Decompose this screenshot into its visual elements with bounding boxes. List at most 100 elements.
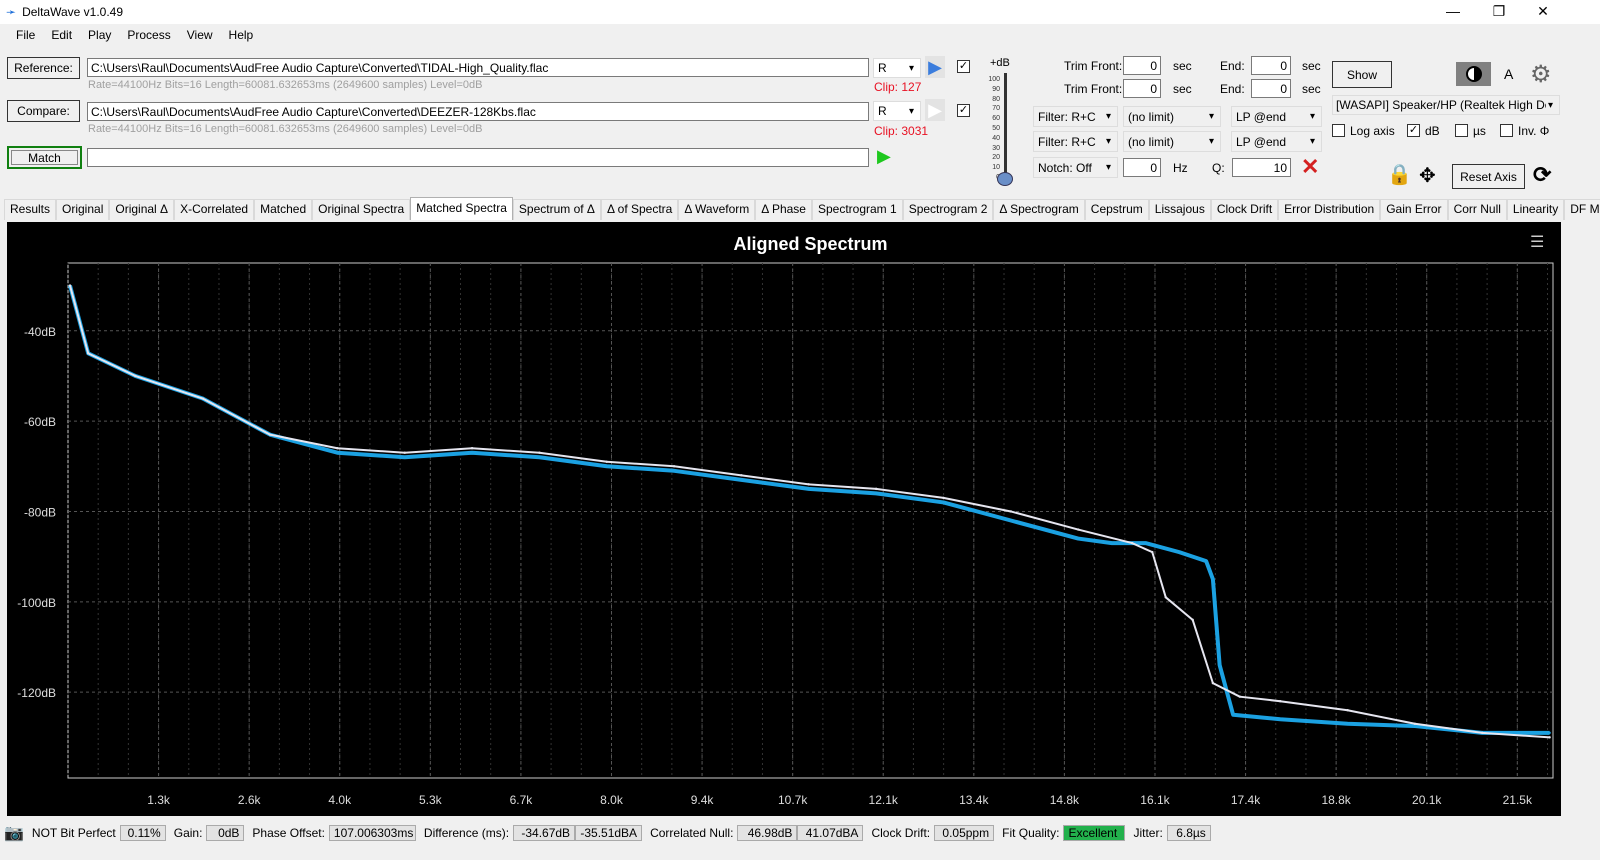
log-axis-checkbox[interactable]	[1332, 124, 1345, 137]
font-button[interactable]: A	[1504, 66, 1513, 82]
us-checkbox[interactable]	[1455, 124, 1468, 137]
tab-15[interactable]: Lissajous	[1148, 199, 1211, 220]
gain-slider-thumb[interactable]	[997, 172, 1013, 186]
tab-3[interactable]: X-Correlated	[174, 199, 255, 220]
spectrum-chart[interactable]: Aligned Spectrum 1.3k 2.6k 4.0k 5.3k 6.7k 8.0k…	[7, 222, 1561, 816]
reference-button[interactable]: Reference:	[7, 57, 80, 79]
gain-slider-track[interactable]	[1004, 73, 1007, 183]
match-button[interactable]: Match	[11, 150, 78, 165]
tab-6[interactable]: Matched Spectra	[410, 197, 513, 220]
audio-device-select[interactable]: [WASAPI] Speaker/HP (Realtek High Defini	[1332, 95, 1560, 115]
filter-select[interactable]: Filter: R+C	[1033, 131, 1118, 152]
minimize-button[interactable]: —	[1430, 0, 1476, 24]
match-button-frame: Match	[7, 146, 82, 169]
us-label: µs	[1473, 124, 1486, 138]
pan-move-icon[interactable]: ✥	[1419, 163, 1436, 188]
series-0-point	[1009, 519, 1013, 522]
trim-end-ref-input[interactable]: 0	[1251, 56, 1291, 75]
compare-button[interactable]: Compare:	[7, 100, 80, 122]
close-button[interactable]: ✕	[1520, 0, 1566, 24]
series-1-point	[1211, 681, 1215, 685]
trim-front-cmp-input[interactable]: 0	[1123, 79, 1161, 98]
tab-19[interactable]: Corr Null	[1447, 199, 1507, 220]
status-bar: 📷 NOT Bit Perfect 0.11% Gain: 0dB Phase Of…	[0, 822, 1600, 844]
menu-help[interactable]: Help	[221, 28, 262, 42]
tab-5[interactable]: Original Spectra	[312, 199, 411, 220]
y-tick-label: -120dB	[17, 686, 56, 700]
notch-select[interactable]: Notch: Off	[1033, 157, 1118, 178]
tab-7[interactable]: Spectrum of Δ	[512, 199, 601, 220]
lp-select[interactable]: LP @end	[1231, 131, 1322, 152]
tab-17[interactable]: Error Distribution	[1278, 199, 1381, 220]
tab-2[interactable]: Original Δ	[109, 199, 175, 220]
q-input[interactable]: 10	[1232, 158, 1291, 177]
tab-4[interactable]: Matched	[254, 199, 313, 220]
tab-9[interactable]: Δ Waveform	[678, 199, 756, 220]
phase-offset-label: Phase Offset:	[252, 826, 325, 840]
tab-21[interactable]: DF Metric	[1564, 199, 1600, 220]
tab-8[interactable]: Δ of Spectra	[600, 199, 679, 220]
filter-select[interactable]: Filter: R+C	[1033, 106, 1118, 127]
tab-18[interactable]: Gain Error	[1380, 199, 1448, 220]
match-input[interactable]	[87, 148, 869, 167]
play-compare-icon[interactable]: ▶	[925, 99, 945, 121]
tab-16[interactable]: Clock Drift	[1210, 199, 1279, 220]
show-button[interactable]: Show	[1332, 61, 1392, 88]
menu-view[interactable]: View	[179, 28, 221, 42]
end-label: End:	[1220, 59, 1245, 73]
compare-checkbox[interactable]: ✓	[957, 104, 970, 117]
lp-select[interactable]: LP @end	[1231, 106, 1322, 127]
menu-process[interactable]: Process	[119, 28, 178, 42]
menu-edit[interactable]: Edit	[43, 28, 80, 42]
chart-settings-icon[interactable]: ☰	[1530, 232, 1544, 252]
clear-filter-icon[interactable]: ✕	[1301, 154, 1319, 180]
play-reference-icon[interactable]: ▶	[925, 56, 945, 78]
series-0-point	[403, 456, 406, 459]
reset-axis-button[interactable]: Reset Axis	[1452, 164, 1525, 189]
tab-12[interactable]: Spectrogram 2	[902, 199, 994, 220]
gain-tick: 60	[992, 115, 1000, 123]
x-tick-label: 2.6k	[238, 793, 262, 807]
series-0-point	[874, 492, 878, 495]
x-tick-label: 14.8k	[1050, 793, 1080, 807]
series-1-point	[1191, 618, 1194, 622]
tab-10[interactable]: Δ Phase	[755, 199, 812, 220]
series-1-point	[1009, 510, 1013, 513]
lock-icon[interactable]: 🔒	[1387, 162, 1412, 187]
app-icon: ➛	[6, 5, 17, 19]
tab-14[interactable]: Cepstrum	[1084, 199, 1149, 220]
plot-frame	[67, 262, 1554, 779]
menu-file[interactable]: File	[8, 28, 43, 42]
reference-channel-select[interactable]: R	[873, 58, 921, 78]
tab-0[interactable]: Results	[4, 199, 57, 220]
invert-phase-checkbox[interactable]	[1500, 124, 1513, 137]
tab-13[interactable]: Δ Spectrogram	[993, 199, 1085, 220]
tab-1[interactable]: Original	[56, 199, 110, 220]
trim-end-cmp-input[interactable]: 0	[1251, 79, 1291, 98]
compare-path-input[interactable]: C:\Users\Raul\Documents\AudFree Audio Ca…	[87, 102, 869, 121]
camera-icon[interactable]: 📷	[4, 823, 24, 843]
series-1-point	[1413, 722, 1417, 725]
compare-info: Rate=44100Hz Bits=16 Length=60081.632653…	[88, 123, 483, 135]
compare-channel-value: R	[878, 104, 887, 118]
menu-play[interactable]: Play	[80, 28, 119, 42]
tab-11[interactable]: Spectrogram 1	[811, 199, 903, 220]
restore-button[interactable]: ❐	[1476, 0, 1522, 24]
y-tick-label: -80dB	[24, 505, 56, 519]
play-match-icon[interactable]: ▶	[877, 146, 891, 167]
reference-checkbox[interactable]: ✓	[957, 60, 970, 73]
series-0-point	[336, 451, 339, 454]
refresh-icon[interactable]: ⟳	[1533, 162, 1551, 188]
db-checkbox[interactable]: ✓	[1407, 124, 1420, 137]
limit-select[interactable]: (no limit)	[1123, 106, 1221, 127]
series-1-point	[1130, 541, 1134, 545]
log-axis-label: Log axis	[1350, 124, 1395, 138]
contrast-icon[interactable]	[1456, 62, 1491, 86]
tab-20[interactable]: Linearity	[1506, 199, 1565, 220]
notch-hz-input[interactable]: 0	[1123, 158, 1161, 177]
compare-channel-select[interactable]: R	[873, 101, 921, 121]
reference-path-input[interactable]: C:\Users\Raul\Documents\AudFree Audio Ca…	[87, 58, 869, 77]
gear-icon[interactable]: ⚙	[1530, 60, 1552, 89]
limit-select[interactable]: (no limit)	[1123, 131, 1221, 152]
trim-front-ref-input[interactable]: 0	[1123, 56, 1161, 75]
